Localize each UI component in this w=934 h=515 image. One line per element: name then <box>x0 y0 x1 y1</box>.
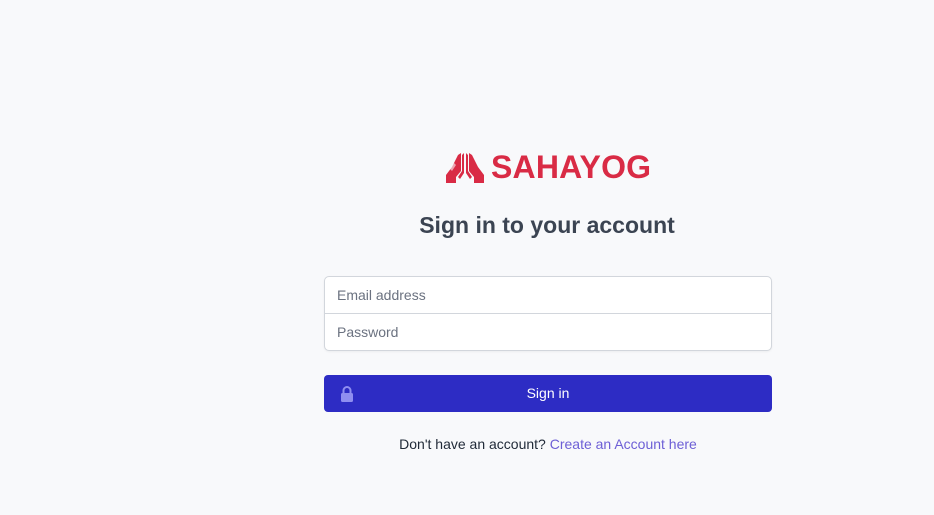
create-account-link[interactable]: Create an Account here <box>550 436 697 452</box>
login-page: SAHAYOG Sign in to your account Sign in … <box>0 0 934 515</box>
sign-in-label: Sign in <box>526 385 570 401</box>
brand-name: SAHAYOG <box>491 149 652 185</box>
praying-hands-icon <box>446 153 484 183</box>
login-form <box>324 276 772 351</box>
sign-in-button[interactable]: Sign in <box>324 375 772 412</box>
brand-logo: SAHAYOG <box>444 149 651 185</box>
lock-icon <box>341 386 353 402</box>
signup-prompt-text: Don't have an account? <box>399 436 546 452</box>
signup-prompt: Don't have an account? Create an Account… <box>0 436 934 452</box>
email-field[interactable] <box>325 277 771 313</box>
page-title: Sign in to your account <box>419 212 675 238</box>
password-field[interactable] <box>325 314 771 350</box>
